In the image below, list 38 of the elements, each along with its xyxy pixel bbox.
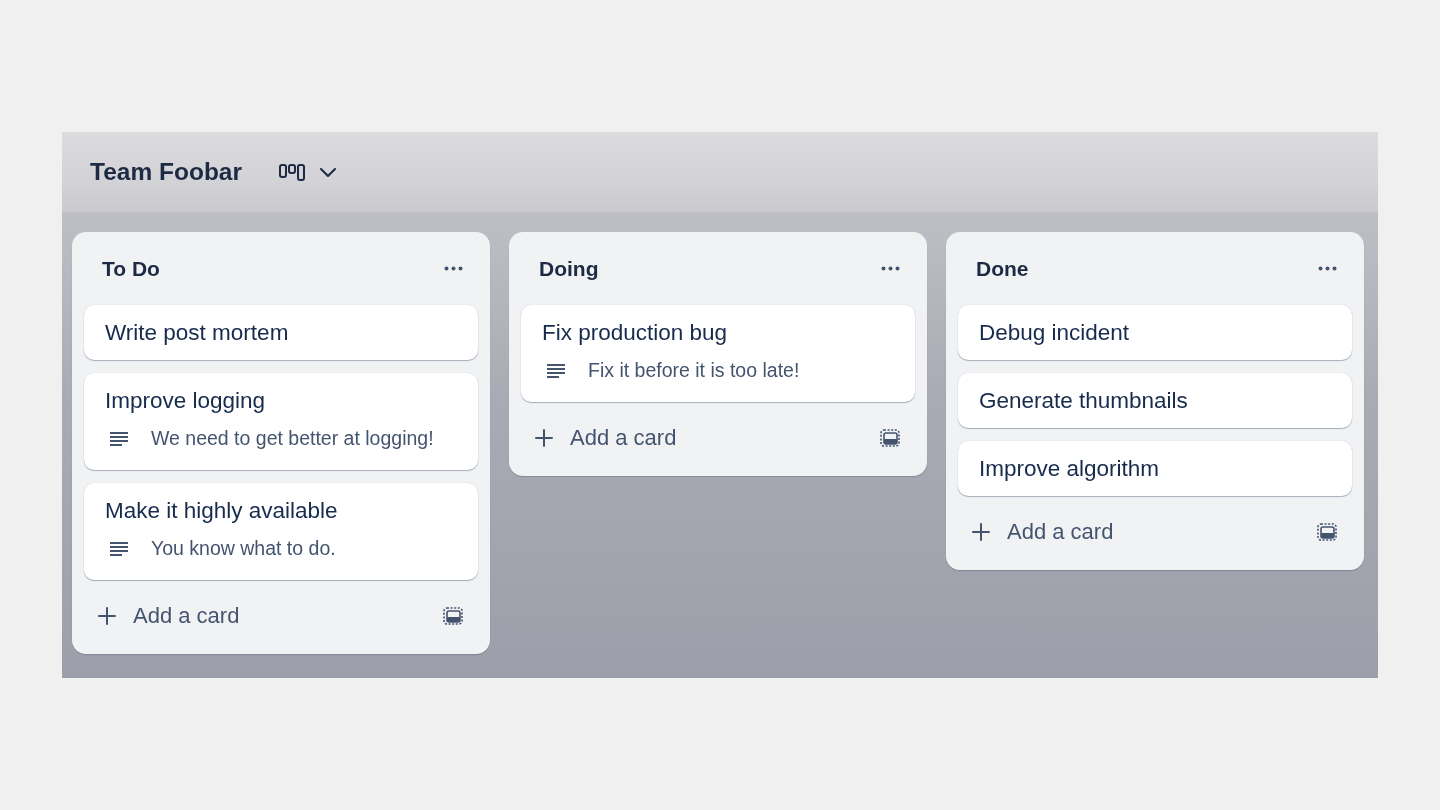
task-card[interactable]: Improve algorithm (958, 441, 1352, 496)
list-title: Doing (539, 256, 599, 281)
card-title: Write post mortem (105, 319, 289, 346)
card-title: Fix production bug (542, 319, 728, 346)
card-template-icon[interactable] (443, 607, 463, 625)
card-description: You know what to do. (151, 537, 336, 560)
columns-icon[interactable] (279, 163, 305, 181)
ellipsis-icon[interactable] (881, 266, 900, 271)
task-card[interactable]: Generate thumbnails (958, 373, 1352, 428)
chevron-down-icon[interactable] (320, 167, 336, 177)
task-card[interactable]: Improve logging We need to get better at logging! (84, 373, 478, 470)
card-description: We need to get better at logging! (151, 427, 434, 450)
ellipsis-icon[interactable] (444, 266, 463, 271)
card-title: Generate thumbnails (979, 387, 1188, 414)
list-title: To Do (102, 256, 160, 281)
plus-icon (972, 523, 990, 541)
task-card[interactable]: Make it highly available You know what to do. (84, 483, 478, 580)
card-title: Make it highly available (105, 497, 338, 524)
card-template-icon[interactable] (880, 429, 900, 447)
card-title: Improve logging (105, 387, 266, 414)
task-card[interactable]: Write post mortem (84, 305, 478, 360)
add-card-button[interactable]: Add a card (535, 425, 677, 451)
text-lines-icon (547, 363, 565, 378)
task-card[interactable]: Fix production bug Fix it before it is too late! (521, 305, 915, 402)
list-title: Done (976, 256, 1029, 281)
add-card-button[interactable]: Add a card (98, 603, 240, 629)
task-card[interactable]: Debug incident (958, 305, 1352, 360)
add-card-button[interactable]: Add a card (972, 519, 1114, 545)
plus-icon (98, 607, 116, 625)
text-lines-icon (110, 541, 128, 556)
plus-icon (535, 429, 553, 447)
card-template-icon[interactable] (1317, 523, 1337, 541)
text-lines-icon (110, 431, 128, 446)
ellipsis-icon[interactable] (1318, 266, 1337, 271)
board-title: Team Foobar (90, 158, 242, 186)
card-title: Debug incident (979, 319, 1130, 346)
card-description: Fix it before it is too late! (588, 359, 800, 382)
card-title: Improve algorithm (979, 455, 1160, 482)
